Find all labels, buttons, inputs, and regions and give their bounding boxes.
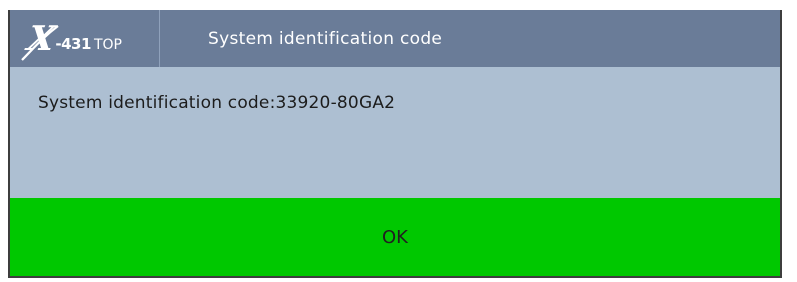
logo-model: -431 [55, 34, 91, 53]
logo-edition: TOP [93, 36, 122, 53]
x431-top-logo: X -431 TOP [10, 10, 160, 67]
ok-button[interactable]: OK [10, 198, 780, 276]
dialog-title: System identification code [208, 28, 443, 49]
system-id-dialog: X -431 TOP System identification code Sys… [8, 10, 782, 278]
system-id-message: System identification code:33920-80GA2 [38, 93, 396, 113]
title-bar: X -431 TOP System identification code [10, 10, 780, 67]
logo-text: -431 TOP [55, 35, 122, 53]
